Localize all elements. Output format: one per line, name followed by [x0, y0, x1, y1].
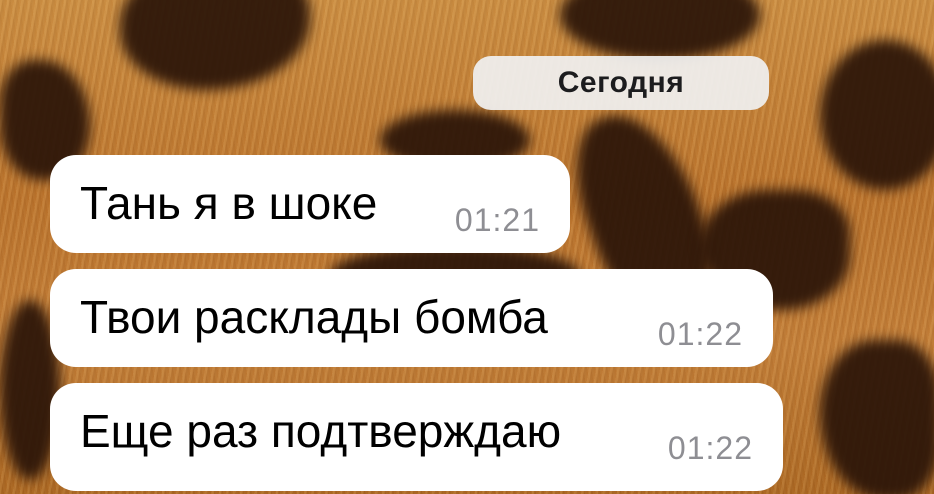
message-time: 01:21 [454, 202, 540, 238]
date-separator-label: Сегодня [557, 66, 685, 99]
message-text: Твои расклады бомба [80, 291, 548, 343]
message-bubble[interactable]: Тань я в шоке 01:21 [50, 155, 570, 253]
message-text: Еще раз подтверждаю [80, 405, 562, 457]
message-text: Тань я в шоке [80, 177, 378, 229]
message-time: 01:22 [657, 316, 743, 352]
message-time: 01:22 [667, 430, 753, 466]
message-bubble[interactable]: Твои расклады бомба 01:22 [50, 269, 773, 367]
date-separator: Сегодня [473, 56, 769, 110]
message-bubble[interactable]: Еще раз подтверждаю 01:22 [50, 383, 783, 491]
